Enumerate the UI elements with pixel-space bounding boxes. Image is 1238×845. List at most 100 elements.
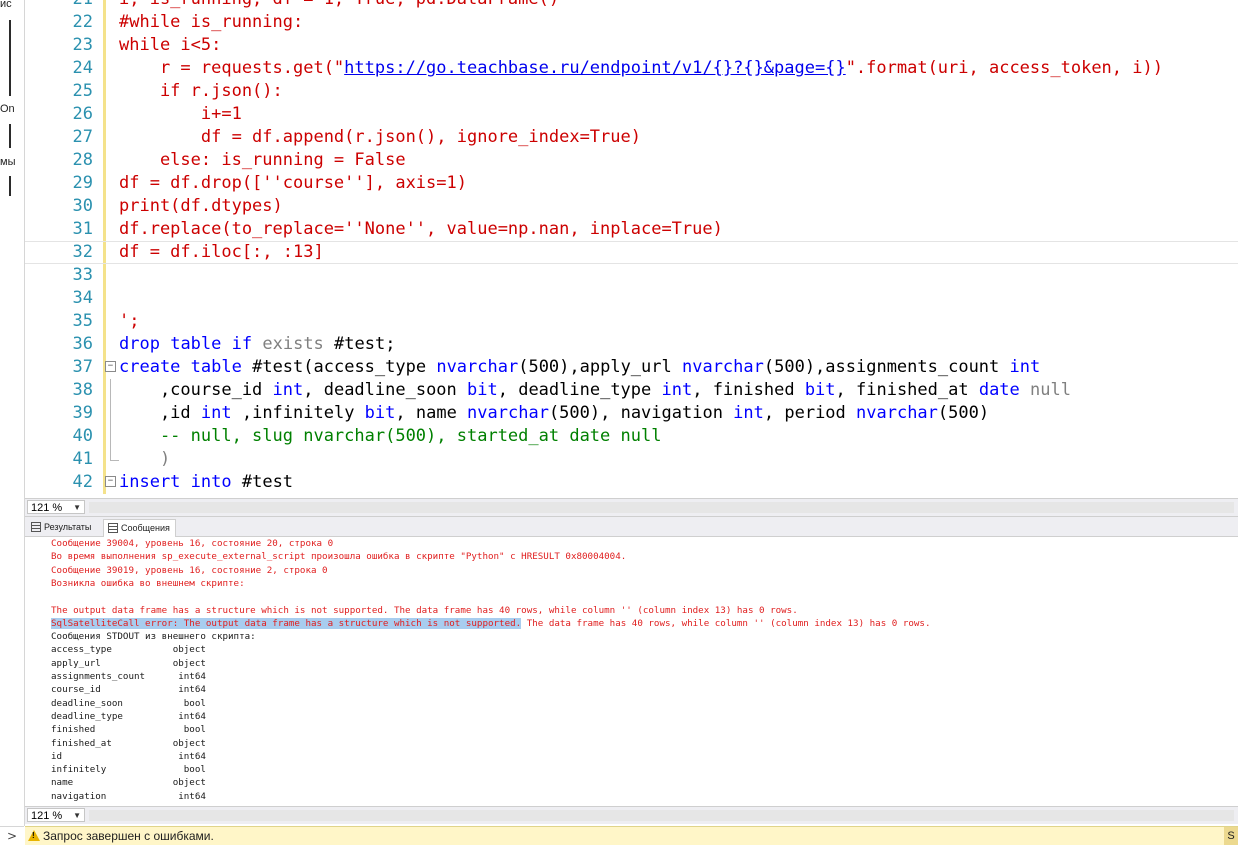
code-text[interactable]: insert into #test [119,471,293,494]
code-token: (500), navigation [548,403,734,423]
code-text[interactable]: df = df.drop([''course''], axis=1) [119,172,467,195]
code-line[interactable]: 24 r = requests.get("https://go.teachbas… [25,57,1238,80]
change-bar [103,218,106,241]
code-line[interactable]: 33 [25,264,1238,287]
query-editor[interactable]: 21 i, is_running, df = 1, True, pd.DataFr… [25,0,1238,497]
code-text[interactable]: #while is_running: [119,11,303,34]
change-marker [101,242,117,263]
code-lines[interactable]: 21 i, is_running, df = 1, True, pd.DataFr… [25,0,1238,494]
code-token: #test [231,472,294,492]
code-text[interactable]: ) [119,448,170,471]
code-line[interactable]: 37 − create table #test(access_type nvarch… [25,356,1238,379]
code-text[interactable]: ,course_id int, deadline_soon bit, deadl… [119,379,1071,402]
left-scroll-mark-2[interactable] [9,124,11,148]
code-line[interactable]: 32 df = df.iloc[:, :13] [25,241,1238,264]
code-token: #test(access_type [241,357,437,377]
editor-horizontal-scrollbar[interactable] [89,502,1234,513]
change-bar [103,379,106,402]
code-text[interactable]: df = df.append(r.json(), ignore_index=Tr… [119,126,641,149]
code-text[interactable]: df.replace(to_replace=''None'', value=np… [119,218,723,241]
selected-text[interactable]: SqlSatelliteCall error: The output data … [51,617,522,629]
chevron-down-icon[interactable]: ▼ [73,809,81,823]
code-line[interactable]: 30 print(df.dtypes) [25,195,1238,218]
line-number: 21 [25,0,93,11]
left-scroll-mark-3[interactable] [9,176,11,196]
results-pane: Результаты Сообщения Сообщение 39004, ур… [25,516,1238,806]
url-link[interactable]: https://go.teachbase.ru/endpoint/v1/{}?{… [344,58,846,78]
message-line: Возникла ошибка во внешнем скрипте: [51,577,245,589]
status-server-fragment: S [1224,827,1238,845]
change-bar [103,126,106,149]
code-text[interactable]: while i<5: [119,34,221,57]
code-line[interactable]: 40 -- null, slug nvarchar(500), started_… [25,425,1238,448]
code-token: '; [119,311,140,331]
chevron-down-icon[interactable]: ▼ [73,501,81,515]
tab-messages[interactable]: Сообщения [103,519,176,537]
code-token: int [1009,357,1041,377]
code-line[interactable]: 34 [25,287,1238,310]
code-line[interactable]: 29 df = df.drop([''course''], axis=1) [25,172,1238,195]
code-text[interactable]: drop table if exists #test; [119,333,395,356]
messages-icon [108,522,118,533]
code-token: create [119,357,181,377]
status-text: Запрос завершен с ошибками. [43,829,214,843]
code-token: into [190,472,232,492]
code-text[interactable]: i+=1 [119,103,242,126]
code-line[interactable]: 36 drop table if exists #test; [25,333,1238,356]
code-text[interactable]: r = requests.get("https://go.teachbase.r… [119,57,1163,80]
message-line: navigation int64 [51,790,206,802]
editor-zoom-select[interactable]: 121 % ▼ [27,500,85,514]
code-text[interactable]: print(df.dtypes) [119,195,283,218]
collapse-icon[interactable]: − [105,476,116,487]
change-marker [101,172,117,195]
warning-icon [28,830,40,841]
change-bar [103,34,106,57]
code-line[interactable]: 39 ,id int ,infinitely bit, name nvarcha… [25,402,1238,425]
message-line: access_type object [51,644,206,656]
code-text[interactable]: else: is_running = False [119,149,406,172]
code-line[interactable]: 21 i, is_running, df = 1, True, pd.DataFr… [25,0,1238,11]
code-line[interactable]: 27 df = df.append(r.json(), ignore_index… [25,126,1238,149]
collapse-icon[interactable]: − [105,361,116,372]
tab-results[interactable]: Результаты [27,519,96,535]
change-bar [103,57,106,80]
change-marker [101,126,117,149]
line-number: 40 [72,426,93,446]
code-token: (500),assignments_count [763,357,1010,377]
expand-arrow-icon[interactable]: > [0,826,24,845]
messages-output[interactable]: Сообщение 39004, уровень 16, состояние 2… [25,537,1238,806]
code-token: else: is_running = False [119,150,406,170]
results-zoom-select[interactable]: 121 % ▼ [27,808,85,822]
code-token: , name [395,403,468,423]
code-line[interactable]: 28 else: is_running = False [25,149,1238,172]
code-token: nvarchar [436,357,519,377]
code-line[interactable]: 31 df.replace(to_replace=''None'', value=… [25,218,1238,241]
code-text[interactable]: create table #test(access_type nvarchar(… [119,356,1040,379]
code-line[interactable]: 41 ) [25,448,1238,471]
code-line[interactable]: 22 #while is_running: [25,11,1238,34]
change-marker [101,310,117,333]
code-text[interactable]: i, is_running, df = 1, True, pd.DataFram… [119,0,559,11]
code-token: ,course_id [119,380,273,400]
results-horizontal-scrollbar[interactable] [89,810,1234,821]
change-bar [103,287,106,310]
code-line[interactable]: 35 '; [25,310,1238,333]
code-line[interactable]: 38 ,course_id int, deadline_soon bit, de… [25,379,1238,402]
code-text[interactable]: -- null, slug nvarchar(500), started_at … [119,425,662,448]
left-scroll-mark-1[interactable] [9,20,11,96]
code-line[interactable]: 26 i+=1 [25,103,1238,126]
change-bar [103,149,106,172]
code-line[interactable]: 25 if r.json(): [25,80,1238,103]
code-token: df = df.drop([''course''], axis=1) [119,173,467,193]
left-fragment-3: мы [0,156,16,168]
code-token: print(df.dtypes) [119,196,283,216]
code-text[interactable]: df = df.iloc[:, :13] [119,242,324,263]
code-line[interactable]: 23 while i<5: [25,34,1238,57]
code-text[interactable]: ,id int ,infinitely bit, name nvarchar(5… [119,402,989,425]
code-text[interactable]: '; [119,310,139,333]
code-text[interactable]: if r.json(): [119,80,283,103]
code-line[interactable]: 42 − insert into #test [25,471,1238,494]
message-line: finished_at object [51,737,206,749]
